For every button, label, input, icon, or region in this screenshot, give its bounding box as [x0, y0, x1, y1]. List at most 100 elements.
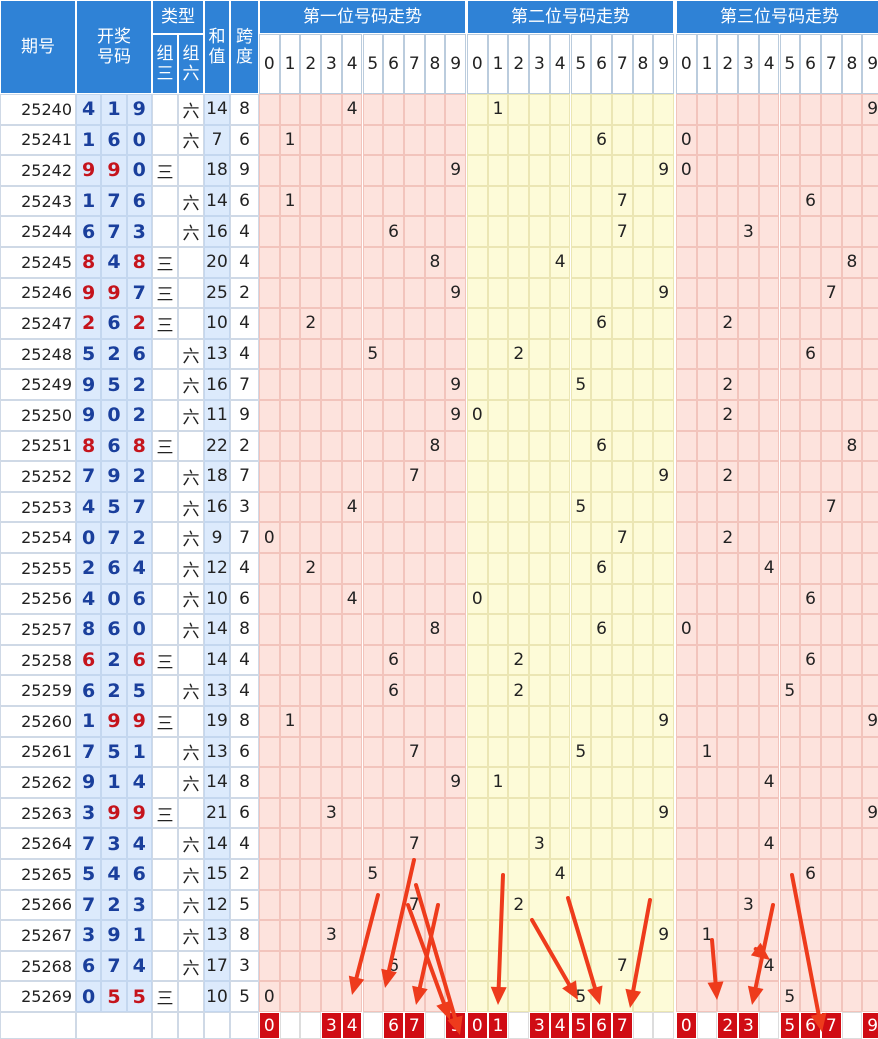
draw-digit: 1 — [101, 767, 127, 798]
pick-digit-pos2[interactable]: 7 — [611, 1012, 633, 1039]
pick-digit-pos2[interactable]: 0 — [467, 1012, 488, 1039]
trend-cell — [300, 736, 322, 768]
pick-digit-pos3[interactable]: 5 — [779, 1012, 801, 1039]
pick-empty-pos1[interactable] — [279, 1012, 301, 1039]
trend-cell — [467, 889, 488, 921]
draw-digit: 2 — [126, 400, 152, 431]
trend-cell — [321, 889, 342, 921]
trend-cell — [383, 797, 404, 829]
trend-cell — [445, 308, 466, 339]
trend-cell — [717, 950, 739, 982]
header-type-z6: 组六 — [178, 34, 204, 94]
trend-cell — [279, 553, 301, 584]
pick-digit-pos1[interactable]: 0 — [259, 1012, 280, 1039]
trend-cell — [800, 277, 821, 309]
trend-cell — [445, 247, 466, 278]
trend-cell — [529, 859, 550, 890]
trend-cell — [383, 155, 404, 186]
pick-digit-pos3[interactable]: 3 — [738, 1012, 759, 1039]
pick-digit-pos2[interactable]: 5 — [570, 1012, 592, 1039]
trend-cell — [341, 859, 363, 890]
trend-cell — [676, 338, 697, 370]
pick-digit-pos3[interactable]: 9 — [862, 1012, 878, 1039]
trend-cell — [570, 94, 592, 125]
pick-digit-pos2[interactable]: 4 — [549, 1012, 571, 1039]
pick-empty-pos2[interactable] — [632, 1012, 654, 1039]
trend-cell — [279, 950, 301, 982]
pick-empty-pos3[interactable] — [841, 1012, 863, 1039]
draw-digit: 7 — [76, 736, 102, 768]
pick-digit-pos3[interactable]: 6 — [800, 1012, 821, 1039]
span-cell: 6 — [230, 583, 259, 615]
pick-empty-pos1[interactable] — [300, 1012, 322, 1039]
draw-digit: 4 — [126, 553, 152, 584]
pick-empty-pos3[interactable] — [758, 1012, 780, 1039]
pick-empty-pos2[interactable] — [508, 1012, 530, 1039]
trend-cell — [570, 859, 592, 890]
pick-digit-pos1[interactable]: 7 — [403, 1012, 425, 1039]
pick-empty-pos2[interactable] — [653, 1012, 674, 1039]
trend-hit: 4 — [341, 94, 363, 125]
trend-cell — [738, 430, 759, 462]
trend-cell — [611, 400, 633, 431]
pick-digit-pos3[interactable]: 7 — [820, 1012, 842, 1039]
trend-cell — [862, 155, 878, 186]
trend-cell — [403, 155, 425, 186]
trend-cell — [841, 277, 863, 309]
pick-digit-pos3[interactable]: 0 — [676, 1012, 697, 1039]
trend-cell — [487, 553, 509, 584]
trend-cell — [341, 185, 363, 217]
pick-digit-pos2[interactable]: 6 — [591, 1012, 612, 1039]
trend-cell — [341, 950, 363, 982]
type-z3-cell — [152, 553, 178, 584]
draw-digit: 2 — [101, 675, 127, 706]
draw-digit: 7 — [101, 950, 127, 982]
pick-digit-pos1[interactable]: 9 — [445, 1012, 466, 1039]
trend-cell — [800, 706, 821, 737]
trend-cell — [570, 338, 592, 370]
header-pos3-digit-4: 4 — [758, 34, 780, 94]
trend-cell — [591, 889, 612, 921]
pick-digit-pos2[interactable]: 1 — [487, 1012, 509, 1039]
pick-digit-pos1[interactable]: 3 — [321, 1012, 342, 1039]
draw-digit: 9 — [101, 797, 127, 829]
type-z3-cell — [152, 216, 178, 247]
trend-cell — [300, 706, 322, 737]
trend-cell — [676, 736, 697, 768]
trend-cell — [467, 308, 488, 339]
pick-digit-pos1[interactable]: 4 — [341, 1012, 363, 1039]
trend-cell — [529, 553, 550, 584]
pick-digit-pos1[interactable]: 6 — [383, 1012, 404, 1039]
sum-cell: 14 — [204, 94, 230, 125]
pick-empty-pos1[interactable] — [362, 1012, 384, 1039]
trend-cell — [632, 614, 654, 645]
trend-cell — [653, 247, 674, 278]
trend-cell — [467, 216, 488, 247]
draw-digit: 8 — [76, 247, 102, 278]
pick-empty-pos1[interactable] — [424, 1012, 446, 1039]
trend-cell — [383, 461, 404, 492]
trend-cell — [403, 216, 425, 247]
draw-digit: 6 — [126, 583, 152, 615]
trend-cell — [738, 369, 759, 400]
trend-cell — [758, 400, 780, 431]
trend-cell — [591, 797, 612, 829]
trend-cell — [300, 338, 322, 370]
trend-cell — [508, 247, 530, 278]
pick-digit-pos2[interactable]: 3 — [529, 1012, 550, 1039]
pick-empty-pos3[interactable] — [696, 1012, 718, 1039]
trend-hit: 0 — [676, 155, 697, 186]
type-z3-cell — [152, 400, 178, 431]
trend-cell — [383, 369, 404, 400]
trend-cell — [779, 400, 801, 431]
span-cell: 4 — [230, 216, 259, 247]
trend-cell — [383, 247, 404, 278]
trend-cell — [341, 767, 363, 798]
span-cell: 4 — [230, 338, 259, 370]
trend-hit: 4 — [549, 859, 571, 890]
pick-digit-pos3[interactable]: 2 — [717, 1012, 739, 1039]
trend-hit: 9 — [862, 797, 878, 829]
trend-hit: 2 — [717, 308, 739, 339]
period-cell: 25247 — [0, 308, 76, 339]
trend-cell — [341, 400, 363, 431]
